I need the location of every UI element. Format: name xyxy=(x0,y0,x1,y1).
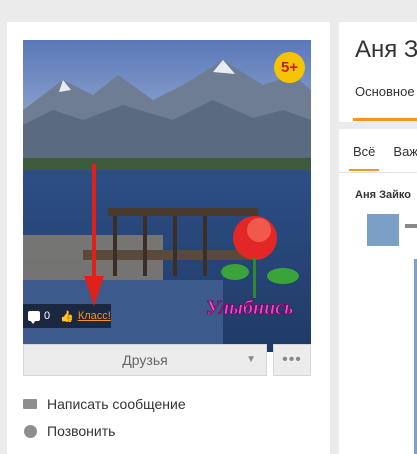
tab-all-underline xyxy=(349,169,379,171)
profile-photo[interactable]: Улыбнись 5+ 0 👍 Класс! xyxy=(23,40,311,352)
send-message-action[interactable]: Написать сообщение xyxy=(23,396,186,412)
feed-author-name[interactable]: Аня Зайко xyxy=(355,189,411,201)
tab-main-underline xyxy=(353,118,417,121)
tabs-divider xyxy=(339,172,417,173)
age-badge: 5+ xyxy=(274,52,305,83)
page: Улыбнись 5+ 0 👍 Класс! Друзья ▼ ••• Напи… xyxy=(0,0,417,454)
tab-important[interactable]: Важ xyxy=(393,144,417,159)
profile-card: Улыбнись 5+ 0 👍 Класс! Друзья ▼ ••• Напи… xyxy=(7,22,330,454)
friends-dropdown-button[interactable]: Друзья ▼ xyxy=(23,344,267,376)
tab-all[interactable]: Всё xyxy=(353,144,375,159)
call-action[interactable]: Позвонить xyxy=(23,423,115,439)
feed-card: Всё Важ Аня Зайко xyxy=(339,129,417,454)
tab-main[interactable]: Основное xyxy=(355,84,415,99)
sticker-text: Улыбнись xyxy=(206,297,293,319)
comment-icon[interactable] xyxy=(28,311,40,324)
feed-tabs: Всё Важ xyxy=(353,144,417,159)
comments-count: 0 xyxy=(44,310,51,322)
call-label: Позвонить xyxy=(47,423,116,439)
feed-thumbnail[interactable] xyxy=(367,214,399,246)
send-message-label: Написать сообщение xyxy=(47,396,186,412)
caret-down-icon: ▼ xyxy=(246,354,256,365)
friends-button-label: Друзья xyxy=(122,352,168,368)
envelope-icon xyxy=(23,397,37,411)
like-icon[interactable]: 👍 xyxy=(60,310,74,323)
red-arrow-annotation xyxy=(84,164,104,306)
friends-row: Друзья ▼ ••• xyxy=(23,344,311,376)
profile-header-card: Аня З Основное xyxy=(339,22,417,122)
phone-icon xyxy=(23,424,37,438)
profile-name: Аня З xyxy=(355,36,417,63)
more-options-button[interactable]: ••• xyxy=(273,344,311,376)
feed-snippet xyxy=(405,224,417,228)
